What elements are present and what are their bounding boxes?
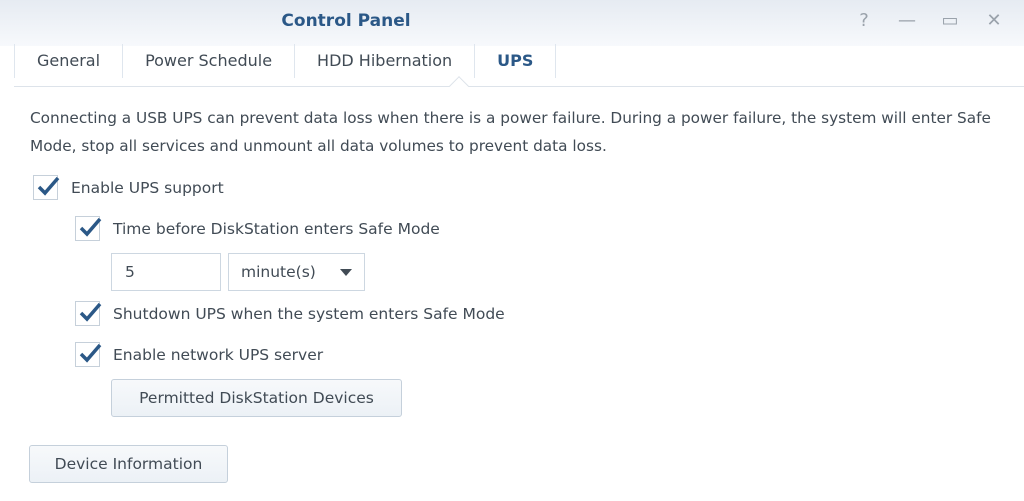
tab-general[interactable]: General: [14, 44, 122, 78]
enable-ups-checkbox-row[interactable]: Enable UPS support: [33, 175, 224, 200]
maximize-icon[interactable]: ▭: [939, 10, 961, 32]
checkmark-icon: [37, 176, 60, 196]
tab-divider: [14, 86, 1024, 87]
chevron-down-icon: [340, 269, 352, 276]
tab-power-schedule[interactable]: Power Schedule: [122, 44, 294, 78]
safe-mode-time-checkbox-row[interactable]: Time before DiskStation enters Safe Mode: [75, 216, 440, 241]
device-information-button[interactable]: Device Information: [29, 445, 228, 483]
tab-hdd-hibernation[interactable]: HDD Hibernation: [294, 44, 474, 78]
title-bar: Control Panel ? — ▭ ✕: [0, 0, 1024, 46]
tab-ups[interactable]: UPS: [474, 44, 557, 78]
time-unit-value: minute(s): [241, 263, 316, 281]
safe-mode-time-input[interactable]: 5: [111, 253, 221, 291]
network-ups-checkbox-row[interactable]: Enable network UPS server: [75, 342, 323, 367]
checkmark-icon: [79, 302, 102, 322]
enable-ups-checkbox[interactable]: [33, 175, 60, 200]
tab-bar: General Power Schedule HDD Hibernation U…: [14, 44, 1024, 86]
help-icon[interactable]: ?: [853, 10, 875, 32]
time-unit-select[interactable]: minute(s): [228, 253, 365, 291]
shutdown-ups-label: Shutdown UPS when the system enters Safe…: [113, 304, 505, 323]
network-ups-checkbox[interactable]: [75, 342, 102, 367]
checkmark-icon: [79, 343, 102, 363]
enable-ups-label: Enable UPS support: [71, 178, 224, 197]
safe-mode-time-label: Time before DiskStation enters Safe Mode: [113, 219, 440, 238]
shutdown-ups-checkbox-row[interactable]: Shutdown UPS when the system enters Safe…: [75, 301, 505, 326]
safe-mode-time-checkbox[interactable]: [75, 216, 102, 241]
permitted-devices-button[interactable]: Permitted DiskStation Devices: [111, 379, 402, 417]
ups-description: Connecting a USB UPS can prevent data lo…: [30, 109, 991, 155]
checkmark-icon: [79, 217, 102, 237]
network-ups-label: Enable network UPS server: [113, 345, 324, 364]
close-icon[interactable]: ✕: [983, 10, 1005, 32]
shutdown-ups-checkbox[interactable]: [75, 301, 102, 326]
minimize-icon[interactable]: —: [896, 10, 918, 32]
window-title: Control Panel: [281, 11, 411, 31]
